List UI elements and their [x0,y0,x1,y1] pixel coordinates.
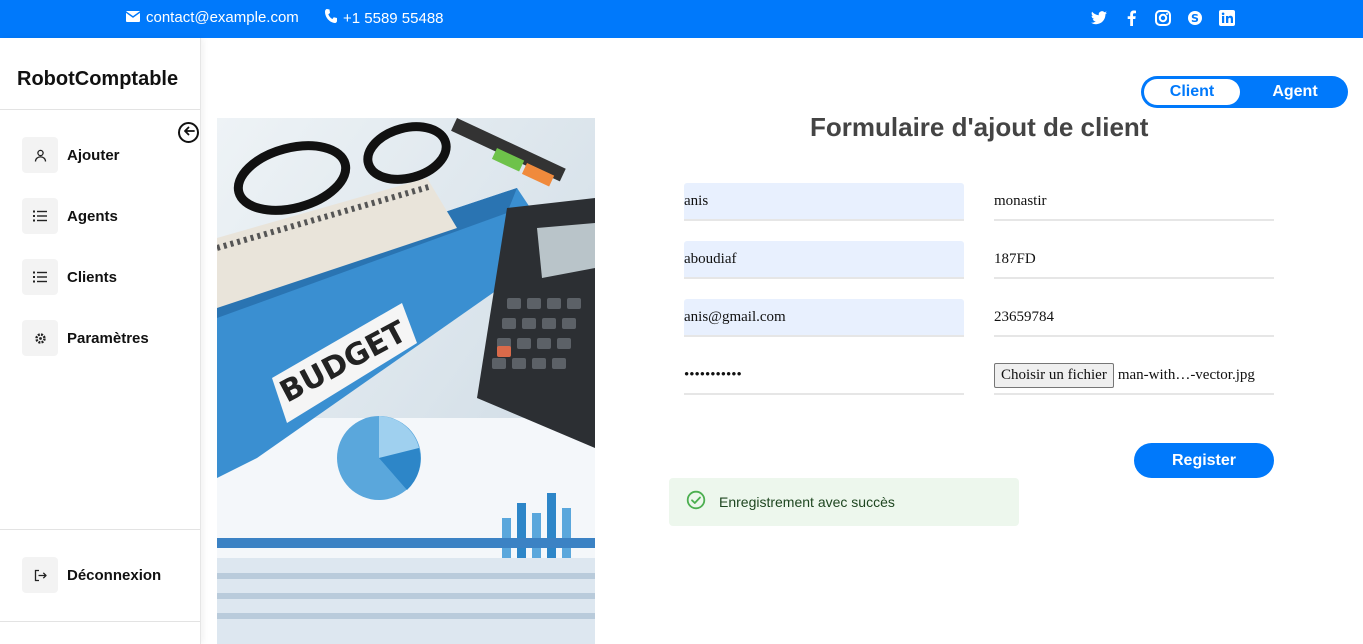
phone-field[interactable]: 23659784 [994,299,1274,337]
file-upload-field: Choisir un fichier man-with…-vector.jpg [994,357,1274,395]
contact-email-text: contact@example.com [146,9,299,26]
success-alert: Enregistrement avec succès [669,478,1019,526]
first-name-field[interactable]: anis [684,183,964,221]
page-title: Formulaire d'ajout de client [810,112,1149,142]
contact-phone-text: +1 5589 55488 [343,9,444,27]
brand-title: RobotComptable [17,68,179,90]
phone-icon [325,9,337,27]
choose-file-button[interactable]: Choisir un fichier [994,362,1114,388]
social-links: S [1090,9,1236,27]
twitter-icon[interactable] [1090,9,1108,27]
last-name-field[interactable]: aboudiaf [684,241,964,279]
city-field[interactable]: monastir [994,183,1274,221]
email-field[interactable]: anis@gmail.com [684,299,964,337]
instagram-icon[interactable] [1154,9,1172,27]
list-icon [22,198,58,234]
sidebar-item-label: Ajouter [67,146,120,164]
logout-button[interactable]: Déconnexion [22,557,161,593]
code-field[interactable]: 187FD [994,241,1274,279]
gear-icon [22,320,58,356]
svg-text:S: S [1191,12,1199,25]
alert-message: Enregistrement avec succès [719,494,895,510]
facebook-icon[interactable] [1122,9,1140,27]
sidebar-item-parametres[interactable]: Paramètres [22,320,149,356]
sidebar-item-agents[interactable]: Agents [22,198,118,234]
user-icon [22,137,58,173]
password-field[interactable]: ••••••••••• [684,357,964,395]
sidebar-item-label: Agents [67,207,118,225]
toggle-agent-option[interactable]: Agent [1245,79,1345,105]
contact-email[interactable]: contact@example.com [125,9,299,26]
budget-illustration-image: BUDGET [217,118,595,644]
client-agent-toggle: Client Agent [1141,76,1348,108]
logout-icon [22,557,58,593]
sidebar: RobotComptable Ajouter Agents Clients Pa… [0,38,201,644]
top-contact-bar: contact@example.com +1 5589 55488 S [0,0,1363,38]
arrow-left-icon [183,124,195,142]
register-button[interactable]: Register [1134,443,1274,478]
toggle-client-option[interactable]: Client [1144,79,1240,105]
envelope-icon [125,9,141,26]
collapse-sidebar-button[interactable] [178,122,199,143]
sidebar-item-ajouter[interactable]: Ajouter [22,137,120,173]
divider [0,621,200,622]
divider [0,529,200,530]
skype-icon[interactable]: S [1186,9,1204,27]
linkedin-icon[interactable] [1218,9,1236,27]
check-circle-icon [686,490,706,515]
divider [0,109,200,110]
selected-file-name: man-with…-vector.jpg [1117,366,1255,383]
list-icon [22,259,58,295]
contact-phone[interactable]: +1 5589 55488 [325,9,444,27]
sidebar-item-label: Paramètres [67,329,149,347]
sidebar-item-clients[interactable]: Clients [22,259,117,295]
sidebar-item-label: Clients [67,268,118,286]
logout-label: Déconnexion [67,566,162,584]
